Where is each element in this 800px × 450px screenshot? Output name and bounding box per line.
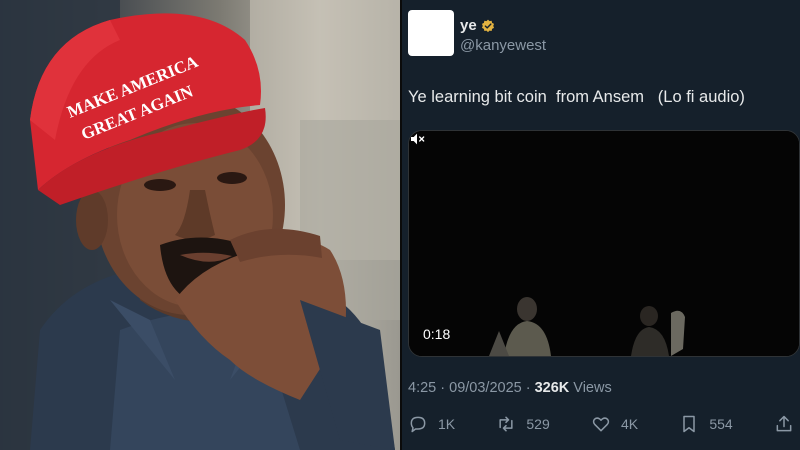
reply-icon xyxy=(410,416,426,433)
display-name[interactable]: ye xyxy=(460,17,477,34)
bookmark-button[interactable]: 554 xyxy=(679,414,733,434)
video-timestamp: 0:18 xyxy=(423,326,451,342)
tweet-meta: 4:25 · 09/03/2025 · 326K Views xyxy=(408,380,612,396)
user-handle[interactable]: @kanyewest xyxy=(460,37,546,54)
meta-separator: · xyxy=(521,380,535,396)
display-name-row[interactable]: ye xyxy=(460,17,495,34)
bookmark-count: 554 xyxy=(709,416,733,432)
avatar[interactable] xyxy=(408,10,454,56)
photo-panel: MAKE AMERICA GREAT AGAIN xyxy=(0,0,400,450)
views-label: Views xyxy=(569,380,612,396)
mute-icon[interactable] xyxy=(409,131,425,147)
views-count: 326K xyxy=(534,380,570,396)
tweet-time[interactable]: 4:25 xyxy=(408,380,436,396)
meta-separator: · xyxy=(436,380,450,396)
repost-count: 529 xyxy=(526,416,550,432)
video-player[interactable]: 0:18 xyxy=(408,130,800,357)
reply-button[interactable]: 1K xyxy=(408,414,455,434)
tweet-date[interactable]: 09/03/2025 xyxy=(449,380,522,396)
portrait-image: MAKE AMERICA GREAT AGAIN xyxy=(0,0,400,450)
video-frame xyxy=(409,131,799,356)
verified-badge-icon[interactable] xyxy=(481,19,495,33)
share-button[interactable] xyxy=(774,414,794,434)
repost-icon xyxy=(499,416,513,432)
action-bar: 1K 529 4K 554 xyxy=(408,412,794,436)
tweet-panel: ye @kanyewest Ye learning bit coin from … xyxy=(402,0,800,450)
tweet-text: Ye learning bit coin from Ansem (Lo fi a… xyxy=(408,88,745,106)
like-button[interactable]: 4K xyxy=(591,414,638,434)
bookmark-icon xyxy=(683,415,696,433)
repost-button[interactable]: 529 xyxy=(496,414,550,434)
like-count: 4K xyxy=(620,416,639,432)
reply-count: 1K xyxy=(438,416,456,432)
heart-icon xyxy=(592,417,610,432)
share-icon xyxy=(776,415,792,432)
